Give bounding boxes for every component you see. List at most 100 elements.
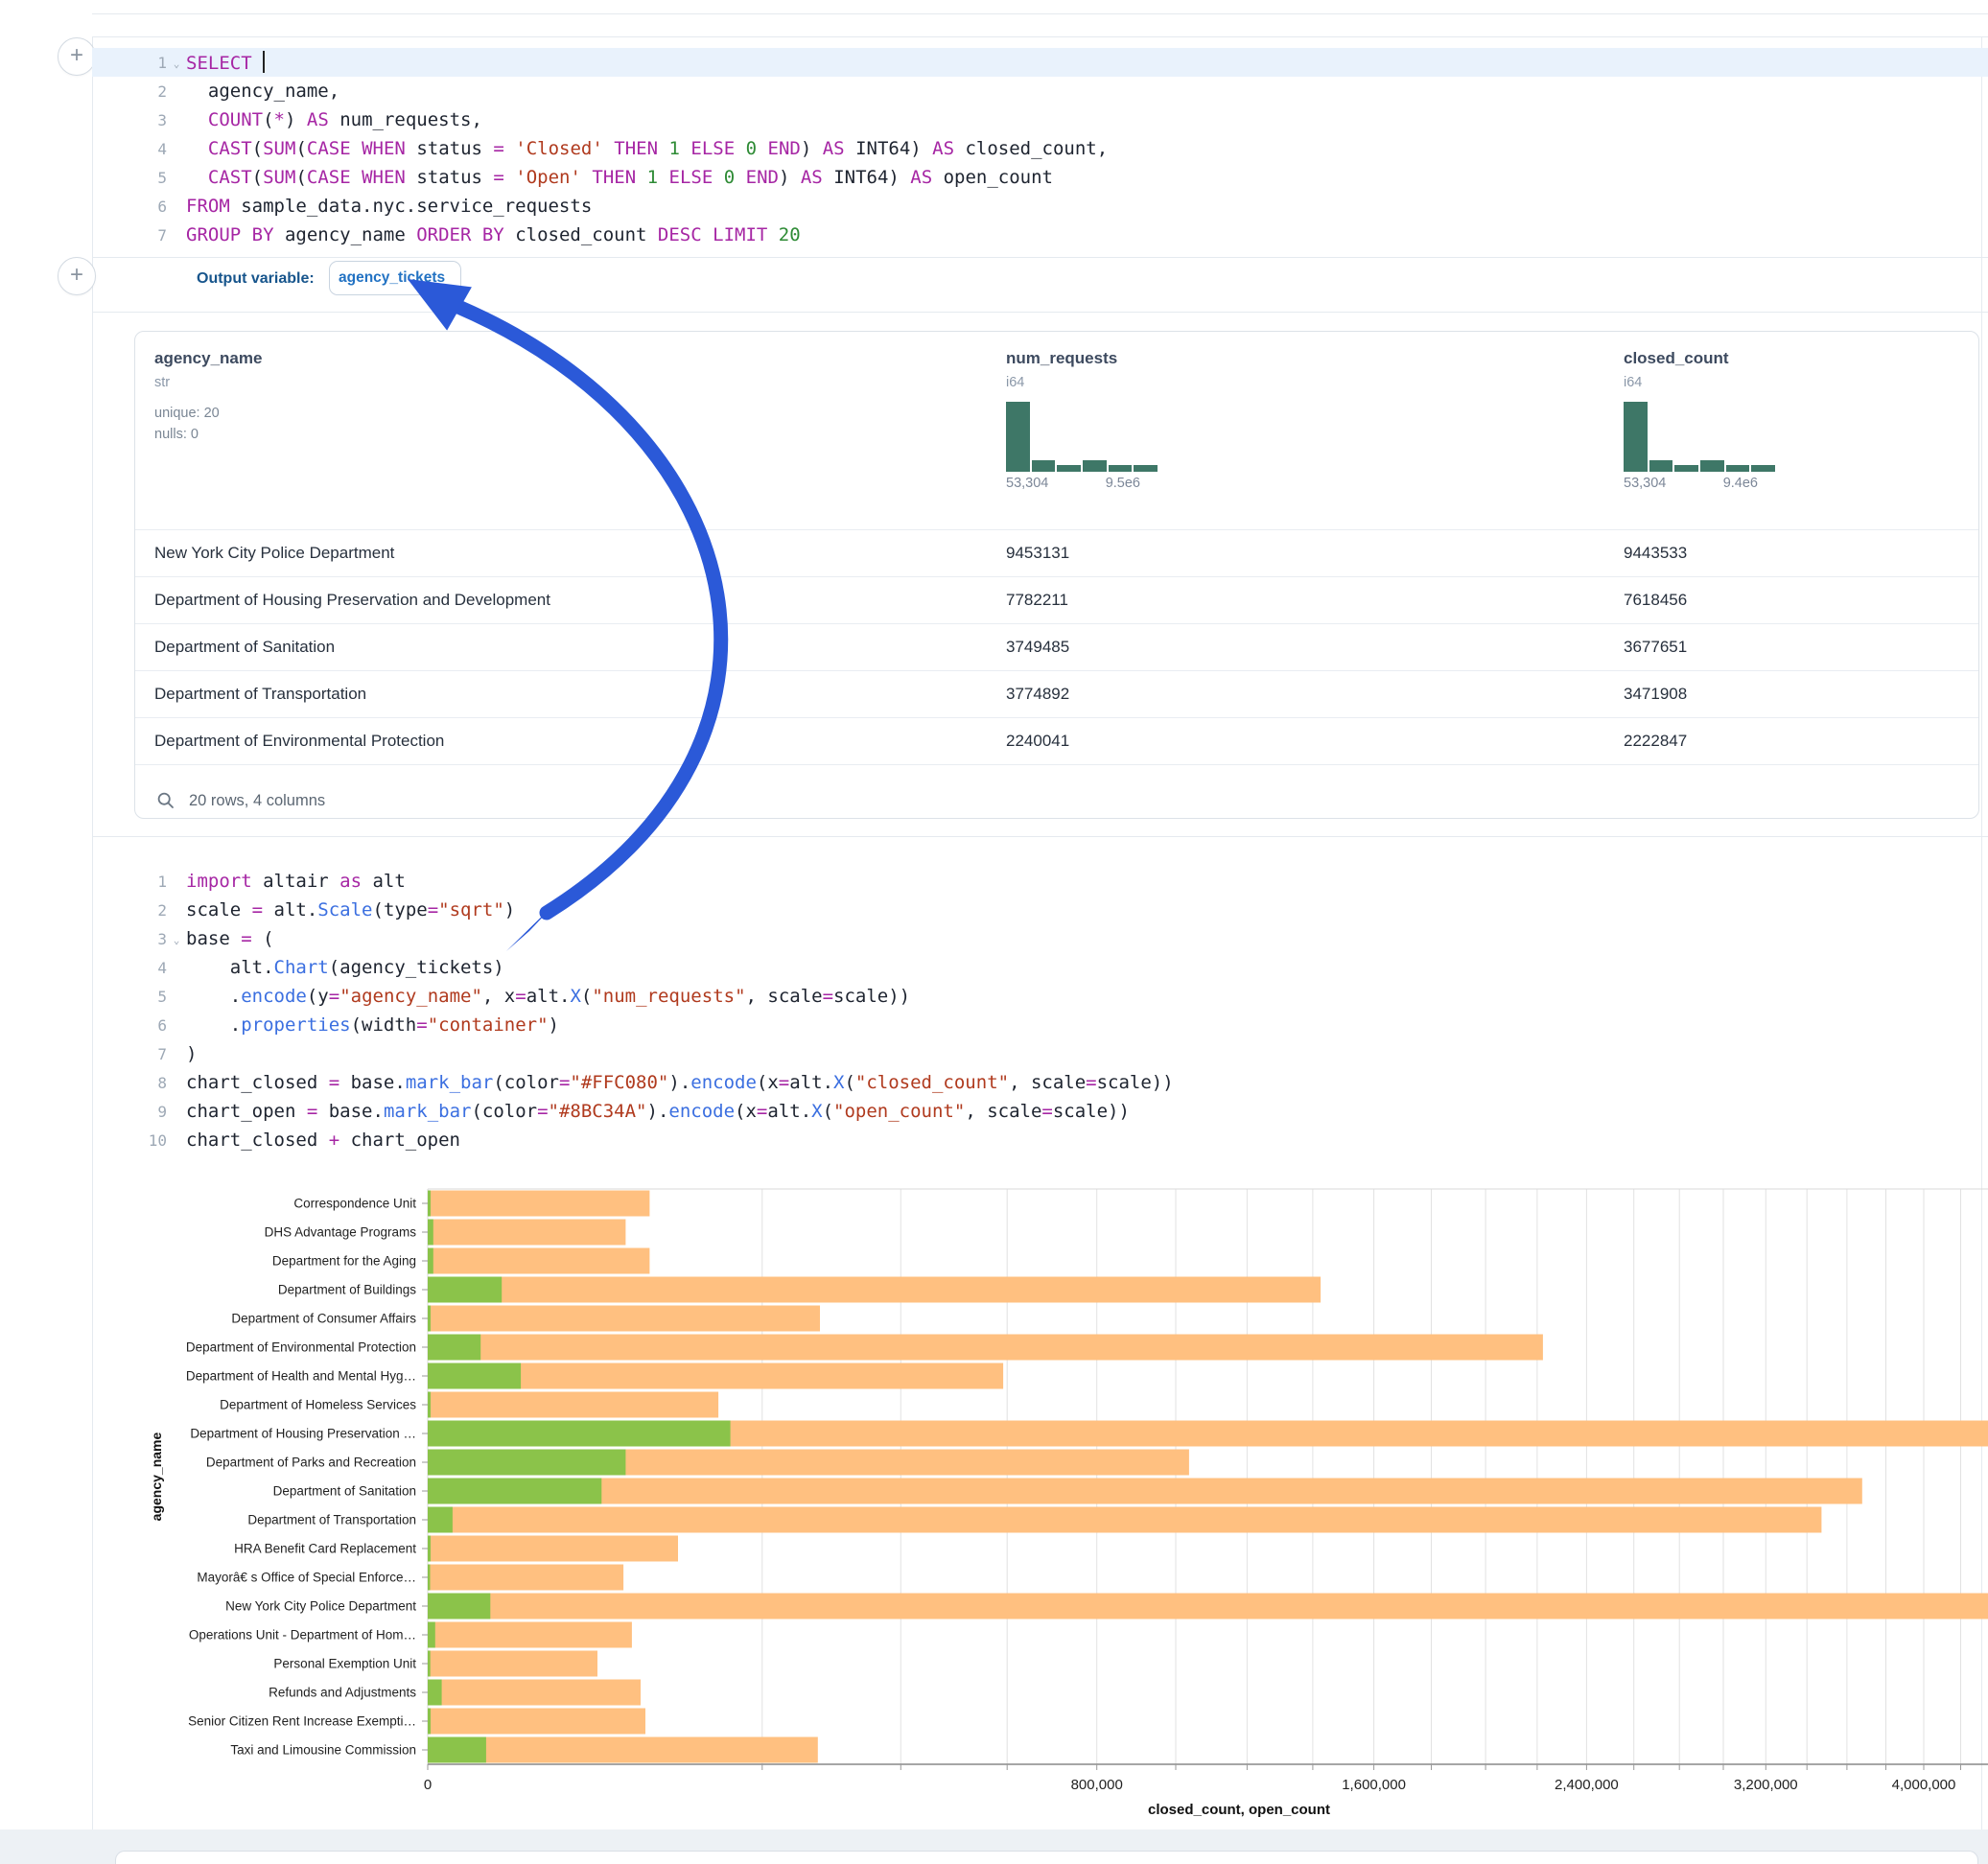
bar-open — [428, 1622, 435, 1648]
code-text: chart_open = base.mark_bar(color="#8BC34… — [186, 1101, 1130, 1122]
bar-open — [428, 1594, 490, 1619]
code-line[interactable]: 8chart_closed = base.mark_bar(color="#FF… — [92, 1068, 1988, 1097]
svg-text:800,000: 800,000 — [1071, 1777, 1123, 1793]
code-text: import altair as alt — [186, 871, 406, 892]
svg-text:closed_count, open_count: closed_count, open_count — [1148, 1802, 1330, 1818]
svg-text:HRA Benefit Card Replacement: HRA Benefit Card Replacement — [234, 1542, 416, 1556]
code-line[interactable]: 4 CAST(SUM(CASE WHEN status = 'Closed' T… — [92, 134, 1988, 163]
svg-text:Department of Health and Menta: Department of Health and Mental Hyg… — [186, 1369, 416, 1384]
line-number: 3 — [92, 930, 167, 948]
table-row[interactable]: Department of Housing Preservation and D… — [135, 576, 1978, 623]
gutter-spacer — [167, 880, 186, 883]
gutter-spacer — [167, 119, 186, 122]
svg-text:3,200,000: 3,200,000 — [1734, 1777, 1798, 1793]
table-row[interactable]: Department of Sanitation37494853677651 — [135, 623, 1978, 670]
bar-open — [428, 1536, 431, 1562]
collapse-chevron-icon[interactable]: ⌄ — [167, 55, 186, 70]
code-line[interactable]: 10chart_closed + chart_open — [92, 1126, 1988, 1154]
notebook-page: + + 1⌄SELECT 2 agency_name,3 COUNT(*) AS… — [0, 0, 1988, 1864]
bar-closed — [428, 1335, 1543, 1361]
output-variable-label: Output variable: — [197, 270, 315, 288]
code-line[interactable]: 4 alt.Chart(agency_tickets) — [92, 953, 1988, 982]
bar-open — [428, 1220, 433, 1246]
code-line[interactable]: 7) — [92, 1039, 1988, 1068]
column-header-agency_name[interactable]: agency_namestrunique: 20nulls: 0 — [154, 349, 1006, 529]
svg-text:Operations Unit - Department o: Operations Unit - Department of Hom… — [189, 1628, 416, 1643]
gutter-spacer — [167, 176, 186, 179]
svg-text:agency_name: agency_name — [149, 1432, 164, 1521]
add-cell-button-middle[interactable]: + — [58, 257, 96, 295]
code-text: scale = alt.Scale(type="sqrt") — [186, 899, 515, 920]
code-line[interactable]: 1⌄SELECT — [92, 48, 1988, 77]
line-number: 2 — [92, 82, 167, 101]
table-cell: 2222847 — [1624, 718, 1978, 764]
gutter-spacer — [167, 1110, 186, 1113]
sql-cell-top-border — [92, 36, 1988, 37]
line-number: 9 — [92, 1103, 167, 1121]
python-code-editor[interactable]: 1import altair as alt2scale = alt.Scale(… — [92, 867, 1988, 1154]
search-icon[interactable] — [156, 791, 175, 810]
code-line[interactable]: 6 .properties(width="container") — [92, 1011, 1988, 1039]
code-text: chart_closed = base.mark_bar(color="#FFC… — [186, 1072, 1174, 1093]
bar-open — [428, 1737, 486, 1763]
column-header-num_requests[interactable]: num_requestsi6453,3049.5e6 — [1006, 349, 1624, 529]
table-row[interactable]: Department of Environmental Protection22… — [135, 717, 1978, 764]
svg-text:4,000,000: 4,000,000 — [1892, 1777, 1956, 1793]
code-line[interactable]: 5 CAST(SUM(CASE WHEN status = 'Open' THE… — [92, 163, 1988, 192]
code-line[interactable]: 7GROUP BY agency_name ORDER BY closed_co… — [92, 221, 1988, 249]
svg-text:Department of Homeless Service: Department of Homeless Services — [220, 1398, 416, 1412]
gutter-spacer — [167, 1024, 186, 1027]
bar-closed — [428, 1220, 625, 1246]
collapse-chevron-icon[interactable]: ⌄ — [167, 931, 186, 946]
code-line[interactable]: 3 COUNT(*) AS num_requests, — [92, 105, 1988, 134]
bar-open — [428, 1680, 442, 1706]
code-line[interactable]: 5 .encode(y="agency_name", x=alt.X("num_… — [92, 982, 1988, 1011]
bar-chart: Correspondence UnitDHS Advantage Program… — [0, 1165, 1988, 1829]
gutter-spacer — [167, 1053, 186, 1056]
table-cell: 7618456 — [1624, 577, 1978, 623]
line-number: 1 — [92, 54, 167, 72]
svg-text:Taxi and Limousine Commission: Taxi and Limousine Commission — [230, 1743, 416, 1758]
bar-open — [428, 1191, 431, 1217]
code-line[interactable]: 3⌄base = ( — [92, 924, 1988, 953]
line-number: 7 — [92, 1045, 167, 1063]
code-line[interactable]: 1import altair as alt — [92, 867, 1988, 896]
add-cell-button-top[interactable]: + — [58, 37, 96, 76]
code-line[interactable]: 6FROM sample_data.nyc.service_requests — [92, 192, 1988, 221]
table-row[interactable]: New York City Police Department945313194… — [135, 529, 1978, 576]
code-text: GROUP BY agency_name ORDER BY closed_cou… — [186, 224, 801, 245]
svg-text:Mayorâ€ s Office of Special En: Mayorâ€ s Office of Special Enforce… — [197, 1571, 416, 1585]
output-variable-value: agency_tickets — [339, 269, 445, 286]
line-number: 6 — [92, 1016, 167, 1035]
bar-open — [428, 1479, 601, 1504]
bar-open — [428, 1565, 431, 1591]
code-text: alt.Chart(agency_tickets) — [186, 957, 504, 978]
table-row[interactable]: Department of Transportation377489234719… — [135, 670, 1978, 717]
gutter-spacer — [167, 995, 186, 998]
output-variable-pill[interactable]: agency_tickets — [329, 261, 461, 295]
bar-open — [428, 1709, 431, 1735]
code-text: ) — [186, 1043, 197, 1064]
column-header-closed_count[interactable]: closed_counti6453,3049.4e6 — [1624, 349, 1978, 529]
result-table: agency_namestrunique: 20nulls: 0num_requ… — [134, 331, 1979, 819]
bar-open — [428, 1363, 521, 1389]
line-number: 5 — [92, 988, 167, 1006]
code-line[interactable]: 2scale = alt.Scale(type="sqrt") — [92, 896, 1988, 924]
code-text: CAST(SUM(CASE WHEN status = 'Closed' THE… — [186, 138, 1108, 159]
svg-text:Correspondence Unit: Correspondence Unit — [293, 1197, 416, 1211]
svg-text:Senior Citizen Rent Increase E: Senior Citizen Rent Increase Exempti… — [188, 1714, 416, 1729]
code-line[interactable]: 9 chart_open = base.mark_bar(color="#8BC3… — [92, 1097, 1988, 1126]
svg-text:Department of Housing Preserva: Department of Housing Preservation … — [190, 1427, 416, 1441]
svg-text:Department of Environmental Pr: Department of Environmental Protection — [186, 1340, 416, 1355]
gutter-spacer — [167, 967, 186, 969]
bar-closed — [428, 1191, 649, 1217]
code-text: base = ( — [186, 928, 274, 949]
sql-code-editor[interactable]: 1⌄SELECT 2 agency_name,3 COUNT(*) AS num… — [92, 48, 1988, 249]
bar-closed — [428, 1248, 649, 1274]
gutter-spacer — [167, 90, 186, 93]
bar-open — [428, 1651, 431, 1677]
code-line[interactable]: 2 agency_name, — [92, 77, 1988, 105]
line-number: 4 — [92, 140, 167, 158]
bar-open — [428, 1277, 502, 1303]
bar-open — [428, 1450, 625, 1476]
